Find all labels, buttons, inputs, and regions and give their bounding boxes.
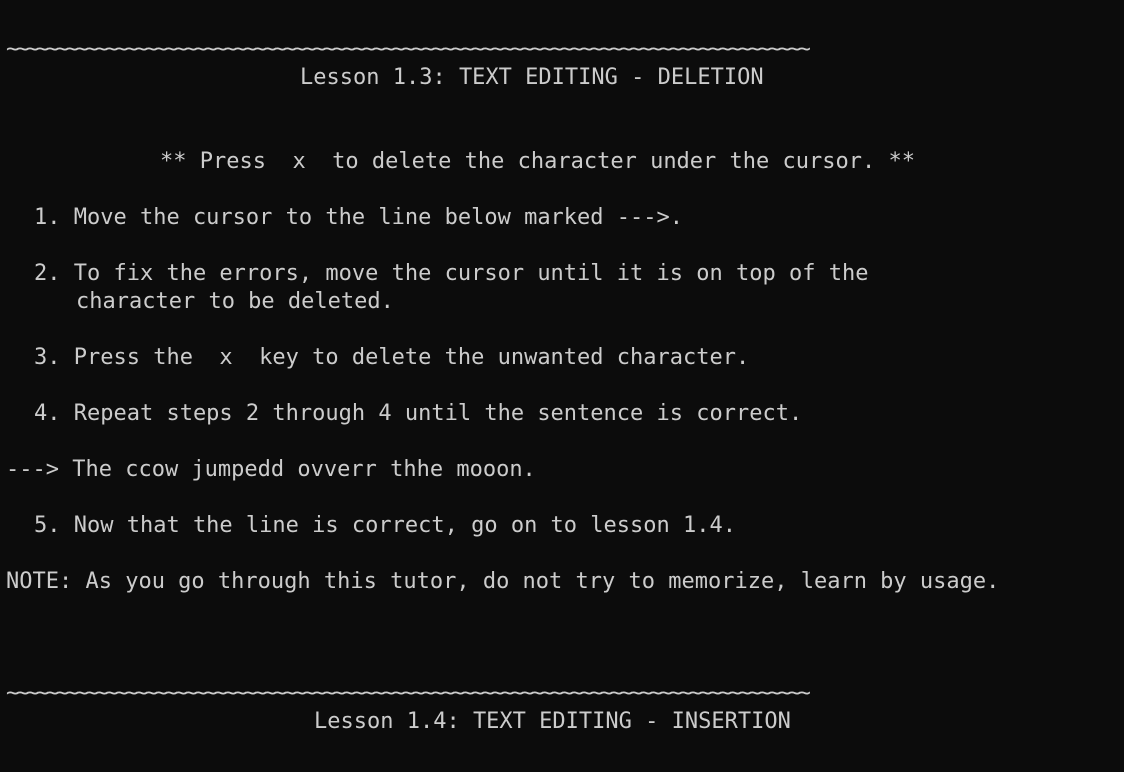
next-lesson-title: Lesson 1.4: TEXT EDITING - INSERTION <box>314 709 791 734</box>
note-line: NOTE: As you go through this tutor, do n… <box>6 569 1000 594</box>
step-5: 5. Now that the line is correct, go on t… <box>34 513 736 538</box>
separator-line: ~~~~~~~~~~~~~~~~~~~~~~~~~~~~~~~~~~~~~~~~… <box>6 37 811 62</box>
separator-line-2: ~~~~~~~~~~~~~~~~~~~~~~~~~~~~~~~~~~~~~~~~… <box>6 681 811 706</box>
lesson-title: Lesson 1.3: TEXT EDITING - DELETION <box>300 65 764 90</box>
practice-line[interactable]: ---> The ccow jumpedd ovverr thhe mooon. <box>6 456 536 484</box>
step-2: 2. To fix the errors, move the cursor un… <box>34 261 869 286</box>
lesson-instruction: ** Press x to delete the character under… <box>160 149 915 174</box>
terminal-window[interactable]: ~~~~~~~~~~~~~~~~~~~~~~~~~~~~~~~~~~~~~~~~… <box>0 0 1124 772</box>
step-4: 4. Repeat steps 2 through 4 until the se… <box>34 401 803 426</box>
step-1: 1. Move the cursor to the line below mar… <box>34 205 684 230</box>
step-2-continued: character to be deleted. <box>76 289 394 314</box>
step-3: 3. Press the x key to delete the unwante… <box>34 345 750 370</box>
